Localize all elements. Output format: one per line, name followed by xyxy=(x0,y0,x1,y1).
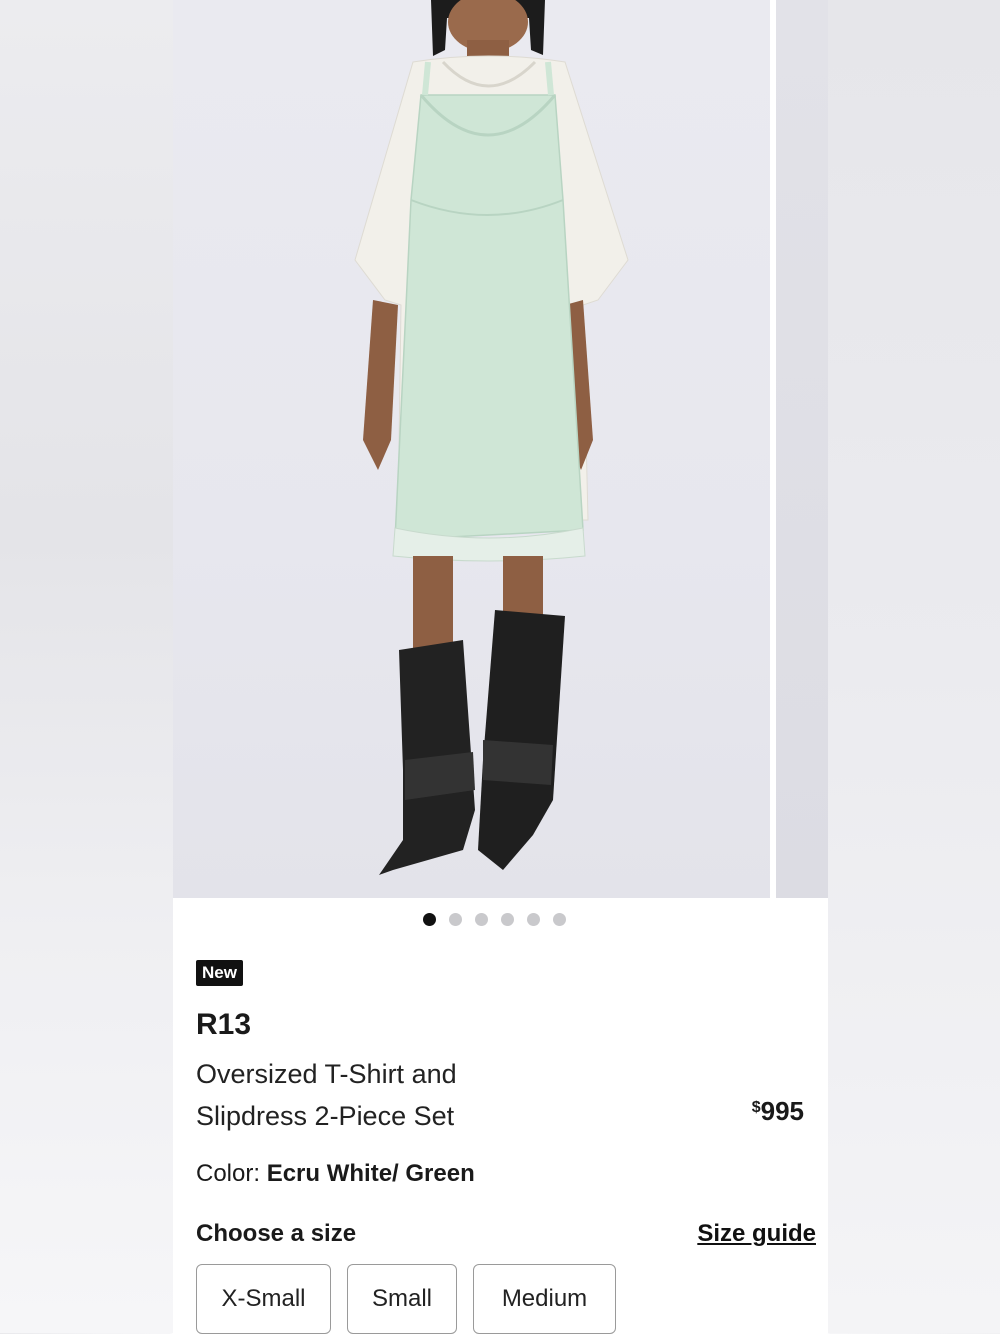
carousel-dot-6[interactable] xyxy=(553,913,566,926)
brand-name[interactable]: R13 xyxy=(196,1008,251,1042)
color-label: Color: xyxy=(196,1160,261,1187)
color-value: Ecru White/ Green xyxy=(266,1160,475,1187)
size-options: X-Small Small Medium xyxy=(196,1264,616,1334)
size-option-medium[interactable]: Medium xyxy=(473,1264,616,1334)
size-heading: Choose a size xyxy=(196,1220,357,1247)
size-option-x-small[interactable]: X-Small xyxy=(196,1264,331,1334)
product-title-line-1: Oversized T-Shirt and xyxy=(196,1059,457,1089)
product-title: Oversized T-Shirt and Slipdress 2-Piece … xyxy=(196,1053,516,1137)
carousel-dot-2[interactable] xyxy=(449,913,462,926)
background-right-blur xyxy=(828,0,1000,1333)
product-price: $995 xyxy=(752,1096,804,1127)
color-selection: Color: Ecru White/ Green xyxy=(196,1160,475,1188)
product-title-line-2: Slipdress 2-Piece Set xyxy=(196,1101,455,1131)
carousel-dots xyxy=(423,913,566,926)
carousel-dot-5[interactable] xyxy=(527,913,540,926)
product-page: New R13 Oversized T-Shirt and Slipdress … xyxy=(173,0,828,1334)
price-currency: $ xyxy=(751,1099,761,1116)
price-amount: 995 xyxy=(760,1096,804,1126)
size-guide-link[interactable]: Size guide xyxy=(697,1220,816,1248)
background-left-blur xyxy=(0,0,173,1333)
product-photo-illustration xyxy=(354,0,629,875)
new-badge: New xyxy=(196,960,243,986)
product-image[interactable] xyxy=(173,0,770,898)
carousel-dot-1[interactable] xyxy=(423,913,436,926)
next-image-peek[interactable] xyxy=(776,0,828,898)
size-option-small[interactable]: Small xyxy=(347,1264,457,1334)
carousel-dot-4[interactable] xyxy=(501,913,514,926)
carousel-dot-3[interactable] xyxy=(475,913,488,926)
